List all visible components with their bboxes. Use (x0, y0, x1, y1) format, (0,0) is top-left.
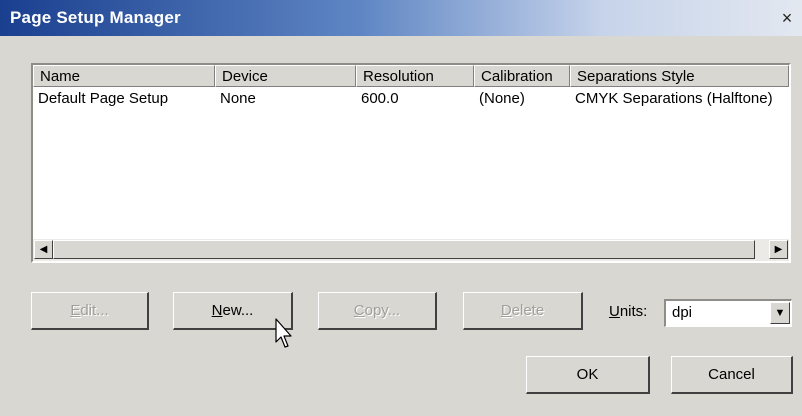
horizontal-scrollbar[interactable]: ◀ ▶ (33, 239, 789, 261)
window-title: Page Setup Manager (10, 8, 181, 27)
units-select[interactable]: dpi ▼ (664, 299, 792, 327)
column-header-calibration[interactable]: Calibration (474, 65, 570, 87)
column-header-separations-style[interactable]: Separations Style (570, 65, 789, 87)
units-mnemonic: U (609, 303, 620, 320)
title-bar: Page Setup Manager × (0, 0, 802, 36)
cell-calibration: (None) (479, 90, 525, 107)
units-label: Units: (609, 303, 647, 320)
cell-name: Default Page Setup (38, 90, 169, 107)
units-select-value: dpi (672, 304, 693, 321)
list-item[interactable]: Default Page Setup None 600.0 (None) CMY… (33, 89, 789, 111)
new-label: ew... (222, 302, 254, 319)
edit-mnemonic: E (70, 302, 81, 319)
edit-label: dit... (80, 302, 109, 319)
scroll-right-icon[interactable]: ▶ (769, 240, 788, 259)
scroll-left-icon[interactable]: ◀ (34, 240, 53, 259)
column-header-device[interactable]: Device (215, 65, 356, 87)
scroll-thumb[interactable] (53, 240, 755, 259)
close-icon[interactable]: × (778, 9, 796, 27)
delete-button[interactable]: Delete (463, 292, 583, 330)
copy-mnemonic: C (353, 302, 365, 319)
cell-separations-style: CMYK Separations (Halftone) (575, 90, 773, 107)
delete-label: elete (511, 302, 545, 319)
list-header: Name Device Resolution Calibration Separ… (33, 65, 789, 89)
copy-button[interactable]: Copy... (318, 292, 437, 330)
page-setup-list[interactable]: Name Device Resolution Calibration Separ… (31, 63, 791, 263)
delete-mnemonic: D (500, 302, 512, 319)
cell-device: None (220, 90, 256, 107)
units-label-text: nits: (619, 303, 648, 320)
column-header-resolution[interactable]: Resolution (356, 65, 474, 87)
chevron-down-icon[interactable]: ▼ (770, 302, 790, 324)
page-setup-manager-dialog: Page Setup Manager × Name Device Resolut… (0, 0, 802, 416)
new-mnemonic: N (211, 302, 223, 319)
copy-label: opy... (364, 302, 401, 319)
cancel-button[interactable]: Cancel (671, 356, 793, 394)
cell-resolution: 600.0 (361, 90, 399, 107)
edit-button[interactable]: Edit... (31, 292, 149, 330)
column-header-name[interactable]: Name (33, 65, 215, 87)
arrow-pointer-icon (275, 318, 292, 348)
ok-button[interactable]: OK (526, 356, 650, 394)
